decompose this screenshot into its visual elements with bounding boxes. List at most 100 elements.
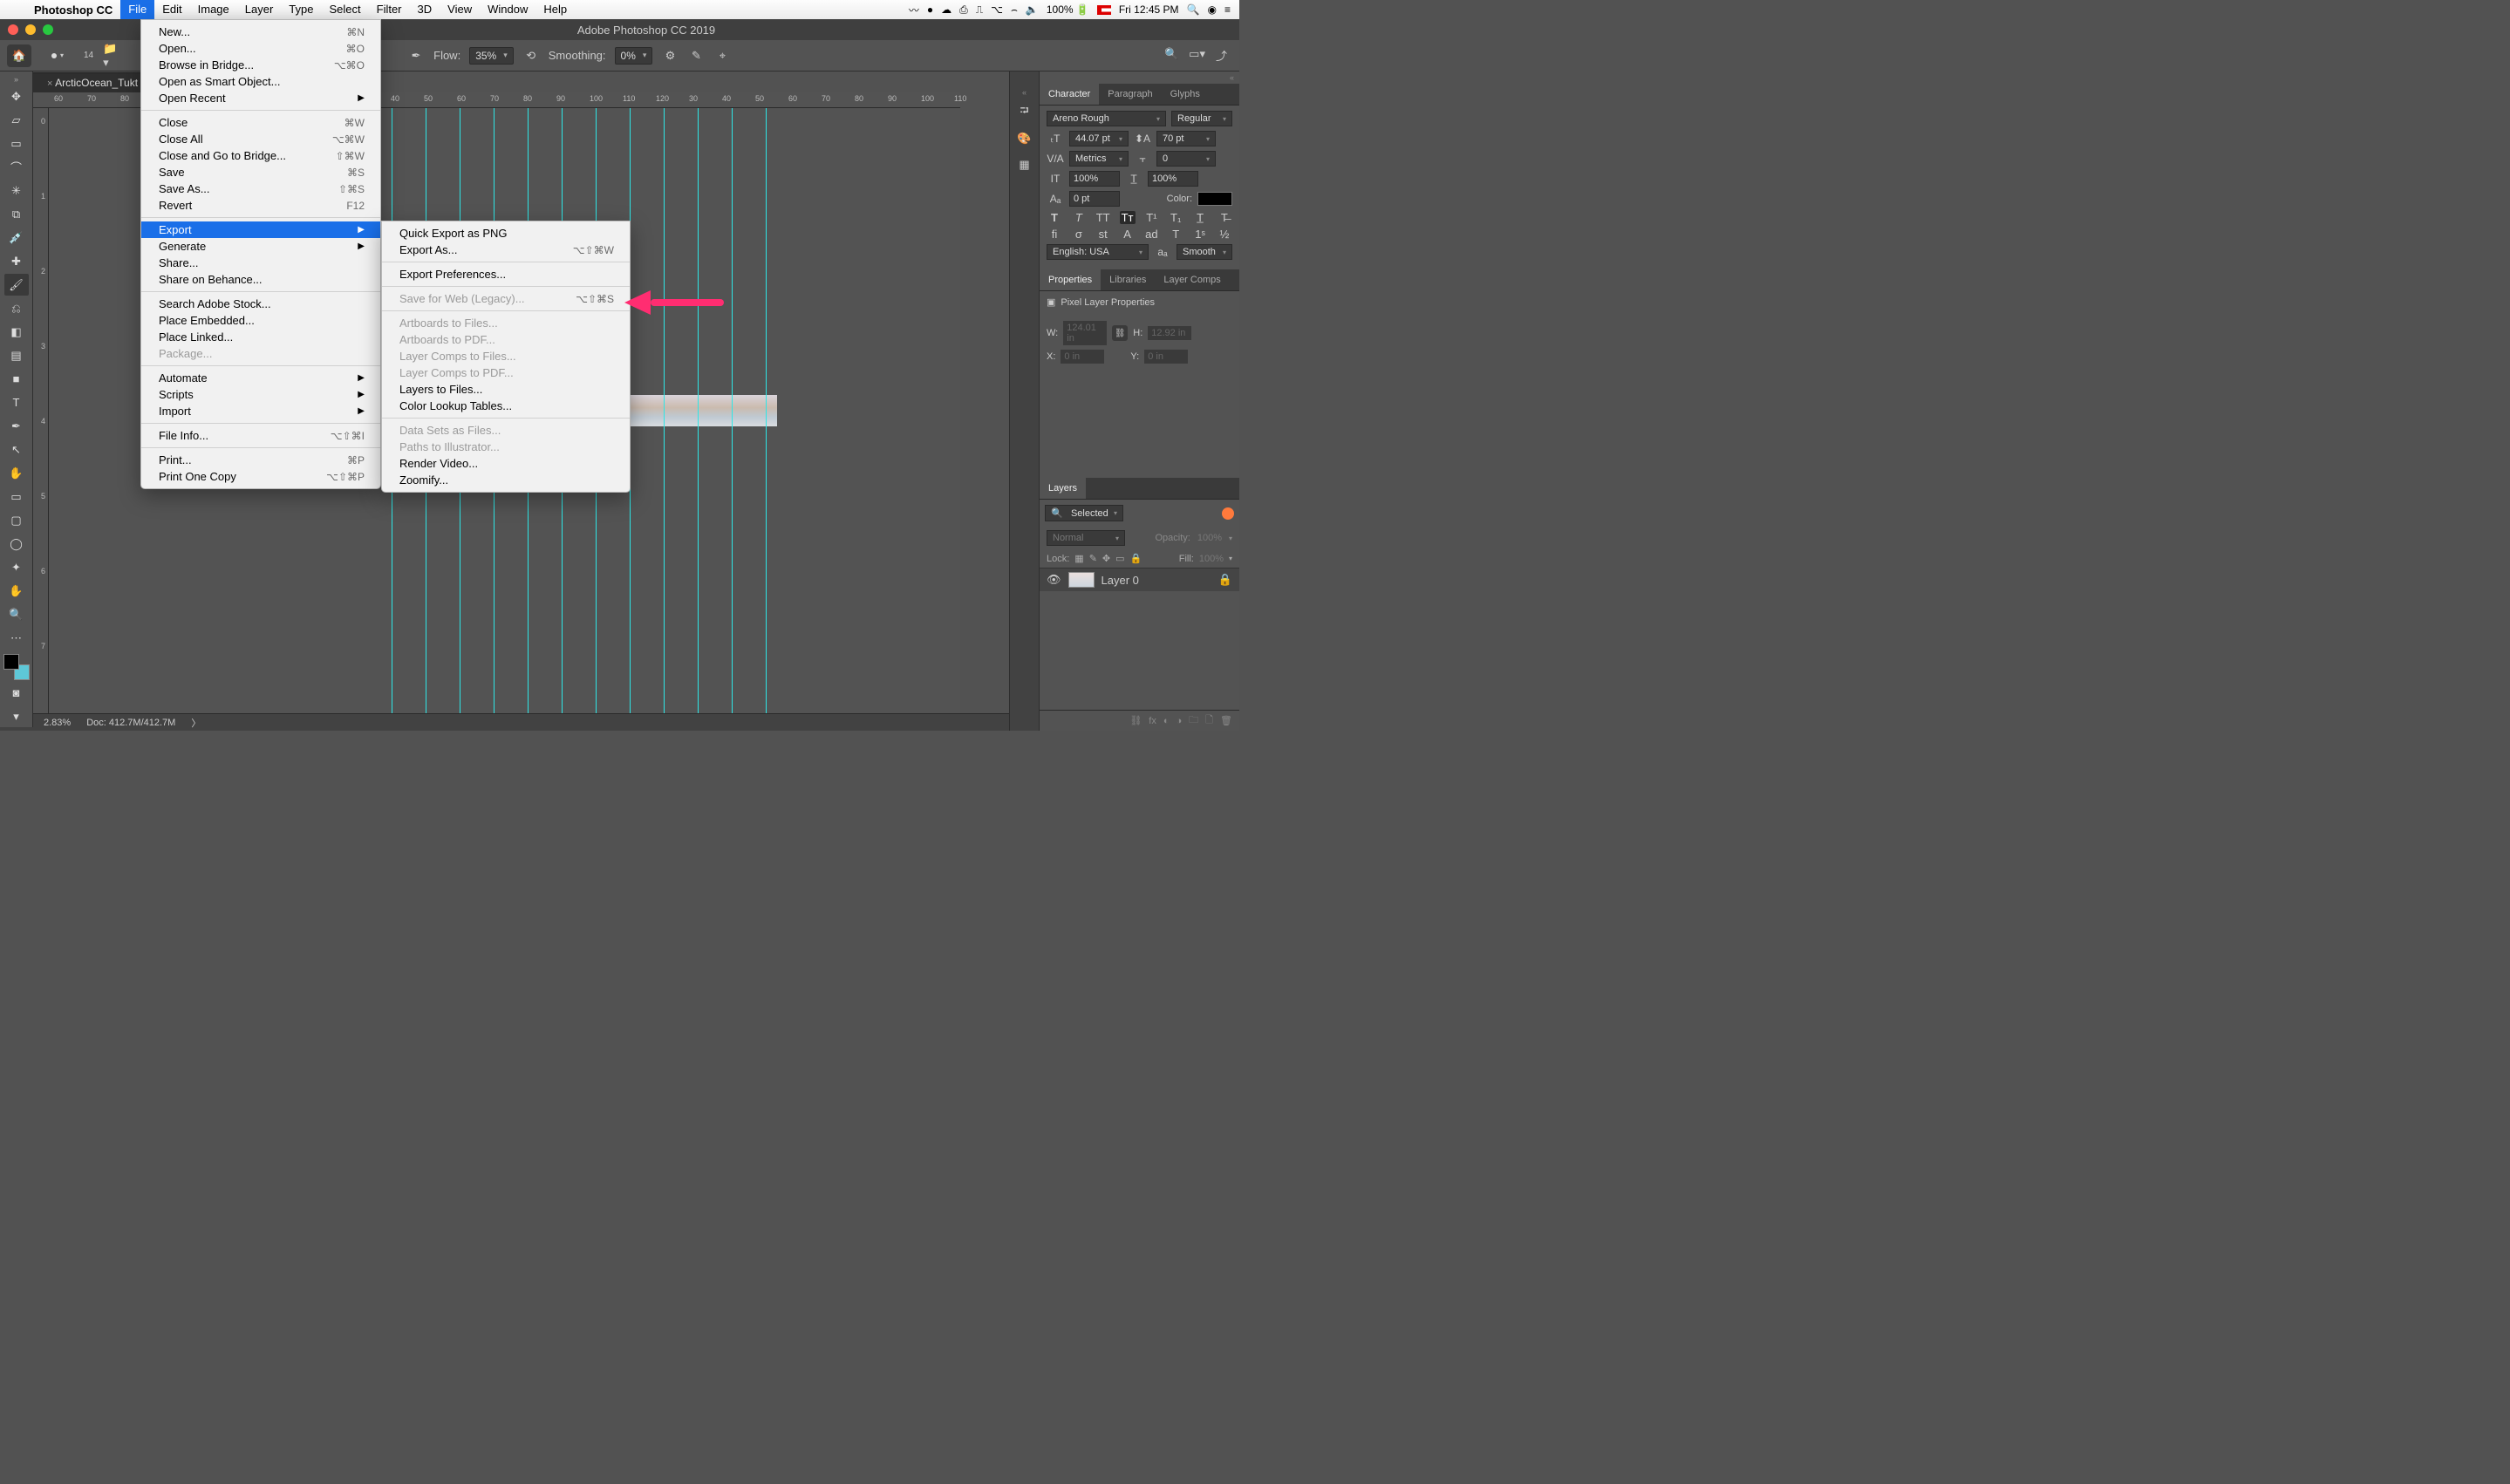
toolbar-collapse[interactable]: » xyxy=(3,75,30,84)
menu-filter[interactable]: Filter xyxy=(369,0,410,19)
spotlight-icon[interactable]: 🔍 xyxy=(1187,3,1200,16)
menu-item[interactable]: Share... xyxy=(141,255,380,271)
menubar-icon[interactable]: ● xyxy=(927,3,933,16)
layer-lock-icon[interactable]: 🔒 xyxy=(1218,573,1232,587)
bluetooth-icon[interactable]: ⌥ xyxy=(991,3,1003,16)
brush-preset-picker[interactable]: ▾ xyxy=(40,44,75,67)
artboard-tool[interactable]: ▱ xyxy=(4,109,29,131)
lasso-tool[interactable]: ⌒ xyxy=(4,156,29,178)
rect-shape-tool[interactable]: ▭ xyxy=(4,486,29,507)
type-tool[interactable]: T xyxy=(4,391,29,413)
gradient-tool[interactable]: ▤ xyxy=(4,344,29,366)
x-field[interactable]: 0 in xyxy=(1061,350,1104,364)
font-family-dropdown[interactable]: Areno Rough xyxy=(1047,111,1166,126)
opacity-field[interactable]: 100% xyxy=(1197,533,1222,543)
pressure-opacity-icon[interactable]: ✒ xyxy=(407,47,425,65)
fx-icon[interactable]: fx xyxy=(1149,716,1156,726)
filter-toggle[interactable] xyxy=(1222,507,1234,520)
volume-icon[interactable]: 🔈 xyxy=(1026,3,1039,16)
menu-item[interactable]: Layers to Files... xyxy=(382,381,630,398)
input-flag-icon[interactable] xyxy=(1097,5,1111,15)
leading-field[interactable]: 70 pt xyxy=(1156,131,1216,146)
baseline-field[interactable]: 0 pt xyxy=(1069,191,1120,207)
link-layers-icon[interactable]: ⛓ xyxy=(1129,715,1142,726)
menu-item[interactable]: Automate▶ xyxy=(141,370,380,386)
airbrush-icon[interactable]: ⟲ xyxy=(522,47,540,65)
menu-item[interactable]: Print...⌘P xyxy=(141,452,380,468)
vscale-field[interactable]: 100% xyxy=(1069,171,1120,187)
wifi-icon[interactable]: ⌢ xyxy=(1011,3,1018,17)
menu-item[interactable]: New...⌘N xyxy=(141,24,380,40)
symmetry-icon[interactable]: ⌖ xyxy=(713,47,731,65)
magic-wand-tool[interactable]: ✳ xyxy=(4,180,29,201)
status-arrow[interactable]: 〉 xyxy=(191,716,201,730)
rounded-rect-tool[interactable]: ▢ xyxy=(4,509,29,531)
lock-image-icon[interactable]: ✎ xyxy=(1089,553,1097,564)
menu-item[interactable]: Color Lookup Tables... xyxy=(382,398,630,414)
menu-item[interactable]: Close⌘W xyxy=(141,114,380,131)
tab-libraries[interactable]: Libraries xyxy=(1101,269,1155,290)
custom-shape-tool[interactable]: ✦ xyxy=(4,556,29,578)
screenmode-button[interactable]: ▾ xyxy=(4,705,29,727)
width-field[interactable]: 124.01 in xyxy=(1063,321,1107,345)
link-wh-icon[interactable]: ⛓ xyxy=(1112,325,1128,341)
menubar-icon[interactable]: ☁ xyxy=(941,3,951,16)
search-icon[interactable]: 🔍 xyxy=(1164,47,1178,64)
lock-position-icon[interactable]: ✥ xyxy=(1102,553,1110,564)
group-icon[interactable]: 🗀 xyxy=(1189,712,1198,729)
lock-all-icon[interactable]: 🔒 xyxy=(1130,553,1142,564)
menu-item[interactable]: Place Embedded... xyxy=(141,312,380,329)
move-tool[interactable]: ✥ xyxy=(4,85,29,107)
smoothing-field[interactable]: 0% xyxy=(615,47,653,65)
path-select-tool[interactable]: ↖ xyxy=(4,439,29,460)
faux-bold-button[interactable]: T xyxy=(1047,211,1062,224)
menu-item[interactable]: File Info...⌥⇧⌘I xyxy=(141,427,380,444)
subscript-button[interactable]: T₁ xyxy=(1168,211,1183,224)
ruler-vertical[interactable]: 012345678 xyxy=(33,108,49,713)
menu-help[interactable]: Help xyxy=(535,0,575,19)
screen-mode-icon[interactable]: ▭▾ xyxy=(1189,47,1205,64)
menu-item[interactable]: Render Video... xyxy=(382,455,630,472)
rectangle-tool[interactable]: ■ xyxy=(4,368,29,390)
menu-item[interactable]: Scripts▶ xyxy=(141,386,380,403)
faux-italic-button[interactable]: T xyxy=(1071,211,1087,224)
menu-item[interactable]: Close and Go to Bridge...⇧⌘W xyxy=(141,147,380,164)
ellipse-tool[interactable]: ◯ xyxy=(4,533,29,555)
menu-item[interactable]: Import▶ xyxy=(141,403,380,419)
brush-tool[interactable]: 🖌 xyxy=(4,274,29,296)
smallcaps-button[interactable]: Tᴛ xyxy=(1120,211,1136,224)
siri-icon[interactable]: ◉ xyxy=(1208,3,1217,16)
home-button[interactable]: 🏠 xyxy=(7,44,31,67)
tab-paragraph[interactable]: Paragraph xyxy=(1099,84,1161,105)
menu-item[interactable]: Share on Behance... xyxy=(141,271,380,288)
quickmask-button[interactable]: ◙ xyxy=(4,682,29,704)
menu-item[interactable]: Open as Smart Object... xyxy=(141,73,380,90)
menu-item[interactable]: Generate▶ xyxy=(141,238,380,255)
fill-field[interactable]: 100% xyxy=(1199,554,1224,564)
menu-window[interactable]: Window xyxy=(480,0,535,19)
color-panel-icon[interactable]: 🎨 xyxy=(1015,129,1034,148)
hand-tool[interactable]: ✋ xyxy=(4,462,29,484)
font-style-dropdown[interactable]: Regular xyxy=(1171,111,1232,126)
close-tab-icon[interactable]: × xyxy=(47,78,52,89)
strikethrough-button[interactable]: T̶ xyxy=(1217,211,1232,224)
eraser-tool[interactable]: ◧ xyxy=(4,321,29,343)
more-tool[interactable]: ⋯ xyxy=(4,627,29,649)
menu-item[interactable]: Close All⌥⌘W xyxy=(141,131,380,147)
menubar-icon[interactable]: 〰 xyxy=(909,3,919,17)
tab-character[interactable]: Character xyxy=(1040,84,1099,105)
language-dropdown[interactable]: English: USA xyxy=(1047,244,1149,260)
adjustment-icon[interactable]: ◑ xyxy=(1177,716,1183,726)
underline-button[interactable]: T̲ xyxy=(1192,211,1208,224)
menu-item[interactable]: Browse in Bridge...⌥⌘O xyxy=(141,57,380,73)
menu-item[interactable]: Save⌘S xyxy=(141,164,380,180)
menu-item[interactable]: Search Adobe Stock... xyxy=(141,296,380,312)
smoothing-gear-icon[interactable]: ⚙ xyxy=(661,47,679,65)
tab-layers[interactable]: Layers xyxy=(1040,478,1086,499)
antialias-dropdown[interactable]: Smooth xyxy=(1177,244,1232,260)
menu-item[interactable]: Print One Copy⌥⇧⌘P xyxy=(141,468,380,485)
menu-view[interactable]: View xyxy=(440,0,480,19)
menu-item[interactable]: Open Recent▶ xyxy=(141,90,380,106)
tab-glyphs[interactable]: Glyphs xyxy=(1162,84,1209,105)
menu-item[interactable]: Export As...⌥⇧⌘W xyxy=(382,242,630,258)
